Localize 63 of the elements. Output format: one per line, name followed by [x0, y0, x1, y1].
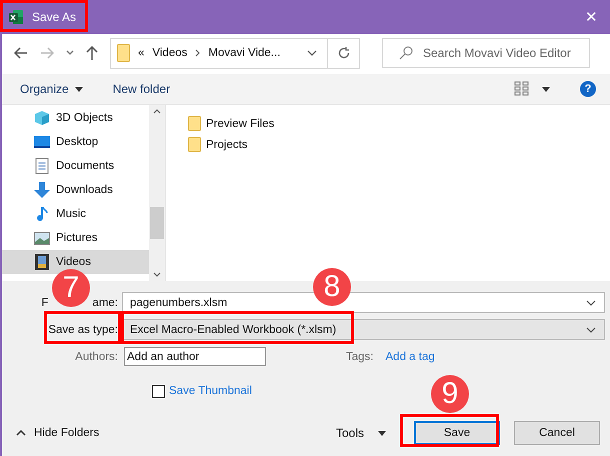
chevron-down-icon[interactable] [66, 50, 74, 56]
nav-item[interactable]: Videos [2, 250, 149, 274]
music-note-icon [34, 206, 50, 222]
search-field[interactable]: Search Movavi Video Editor [382, 38, 590, 68]
file-name-label: ame: [92, 296, 118, 308]
breadcrumb-overflow[interactable]: « [138, 47, 144, 59]
nav-item[interactable]: Downloads [2, 178, 149, 202]
caret-icon [74, 86, 83, 92]
scrollbar[interactable] [149, 105, 165, 281]
chevron-down-icon[interactable] [586, 300, 596, 306]
breadcrumb-item[interactable]: Movavi Vide... [208, 47, 280, 59]
add-tag-link[interactable]: Add a tag [386, 350, 435, 362]
view-options-icon[interactable] [514, 81, 530, 97]
monitor-icon [34, 135, 50, 149]
address-bar[interactable]: « Videos Movavi Vide... [110, 38, 328, 68]
file-name-label: F [41, 296, 48, 308]
folder-icon [188, 116, 201, 131]
hide-folders-button[interactable]: Hide Folders [16, 427, 100, 439]
help-button[interactable]: ? [580, 81, 596, 97]
breadcrumb-item[interactable]: Videos [152, 47, 188, 59]
checkbox[interactable] [152, 384, 165, 398]
close-button[interactable]: ✕ [581, 8, 602, 26]
tools-menu-button[interactable]: Tools [336, 426, 386, 440]
nav-item[interactable]: Pictures [2, 226, 149, 250]
cancel-button[interactable]: Cancel [514, 421, 600, 445]
authors-field[interactable]: Add an author [124, 347, 266, 366]
nav-item[interactable]: Documents [2, 154, 149, 178]
chevron-down-icon[interactable] [586, 326, 596, 332]
film-strip-icon [34, 254, 50, 270]
chevron-down-icon[interactable] [153, 272, 161, 277]
refresh-button[interactable] [328, 38, 360, 68]
nav-item[interactable]: 3D Objects [2, 106, 149, 130]
organize-menu-button[interactable]: Organize [20, 82, 83, 96]
download-arrow-icon [34, 182, 50, 198]
folder-icon [188, 137, 201, 152]
back-arrow-icon[interactable] [14, 47, 28, 59]
save-as-type-label: Save as type: [47, 324, 119, 336]
search-icon [399, 46, 413, 60]
save-thumbnail-label[interactable]: Save Thumbnail [169, 385, 252, 397]
up-arrow-icon[interactable] [86, 46, 98, 60]
folder-item[interactable]: Projects [188, 134, 274, 155]
landscape-image-icon [34, 232, 50, 244]
tags-label: Tags: [346, 350, 374, 362]
nav-item[interactable]: Music [2, 202, 149, 226]
spreadsheet-app-icon [8, 9, 24, 25]
scrollbar-thumb[interactable] [150, 207, 164, 239]
chevron-up-icon [16, 430, 26, 436]
nav-item[interactable]: Desktop [2, 130, 149, 154]
chevron-down-icon[interactable] [307, 50, 317, 56]
folder-item[interactable]: Preview Files [188, 113, 274, 134]
window-title: Save As [32, 10, 76, 24]
document-icon [34, 158, 50, 174]
authors-label: Authors: [74, 350, 119, 362]
file-type-dropdown[interactable]: Excel Macro-Enabled Workbook (*.xlsm) [122, 319, 605, 340]
cube-icon [34, 110, 50, 126]
new-folder-button[interactable]: New folder [112, 82, 170, 96]
refresh-icon [336, 46, 350, 60]
caret-icon[interactable] [542, 86, 550, 92]
caret-icon [378, 430, 386, 436]
save-button[interactable]: Save [414, 421, 500, 445]
chevron-up-icon[interactable] [153, 109, 161, 114]
folder-icon [117, 44, 130, 62]
chevron-right-icon [195, 49, 200, 57]
